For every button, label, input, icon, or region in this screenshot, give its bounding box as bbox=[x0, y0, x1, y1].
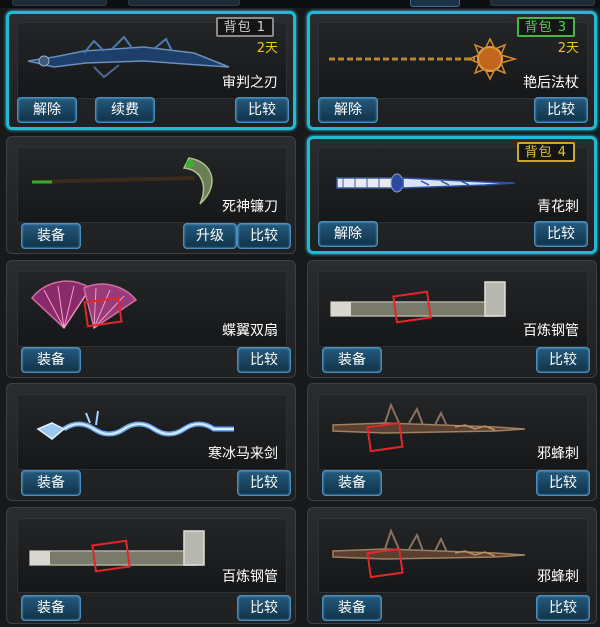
days-remaining: 2天 bbox=[557, 41, 579, 56]
item-card[interactable]: 寒冰马来剑 装备 比较 bbox=[6, 383, 296, 501]
item-name: 邪蜂刺 bbox=[537, 446, 579, 462]
item-name: 邪蜂刺 bbox=[537, 569, 579, 585]
item-name: 蝶翼双扇 bbox=[222, 323, 278, 339]
item-display: 背包 1 2天 审判之刃 bbox=[17, 17, 287, 99]
top-tab[interactable] bbox=[410, 0, 460, 7]
item-display: 邪蜂刺 bbox=[318, 394, 588, 470]
remove-button[interactable]: 解除 bbox=[17, 97, 77, 123]
equip-button[interactable]: 装备 bbox=[322, 347, 382, 373]
evil-wasp-sting-image bbox=[332, 528, 526, 579]
item-card[interactable]: 百炼钢管 装备 比较 bbox=[307, 260, 597, 378]
compare-button[interactable]: 比较 bbox=[536, 470, 590, 496]
compare-button[interactable]: 比较 bbox=[237, 347, 291, 373]
item-card[interactable]: 百炼钢管 装备 比较 bbox=[6, 507, 296, 624]
top-button-middle[interactable] bbox=[128, 0, 240, 6]
item-display: 死神镰刀 bbox=[17, 147, 287, 223]
judgment-blade-image bbox=[27, 35, 230, 79]
item-name: 青花刺 bbox=[537, 199, 579, 215]
days-remaining: 2天 bbox=[256, 41, 278, 56]
equip-button[interactable]: 装备 bbox=[21, 223, 81, 249]
item-name: 艳后法杖 bbox=[523, 75, 579, 91]
item-display: 百炼钢管 bbox=[17, 518, 287, 593]
item-card[interactable]: 背包 3 2天 艳后法杖 解除 比较 bbox=[307, 11, 597, 130]
bag-label: 背包 4 bbox=[516, 142, 575, 162]
equip-button[interactable]: 装备 bbox=[322, 470, 382, 496]
top-button-right[interactable] bbox=[490, 0, 595, 6]
equip-button[interactable]: 装备 bbox=[21, 470, 81, 496]
item-card[interactable]: 背包 4 青花刺 解除 比较 bbox=[307, 136, 597, 254]
compare-button[interactable]: 比较 bbox=[237, 470, 291, 496]
renew-button[interactable]: 续费 bbox=[95, 97, 155, 123]
item-display: 背包 4 青花刺 bbox=[318, 142, 588, 223]
compare-button[interactable]: 比较 bbox=[536, 595, 590, 621]
steel-pipe-image bbox=[29, 530, 205, 573]
equip-button[interactable]: 装备 bbox=[21, 347, 81, 373]
item-card[interactable]: 蝶翼双扇 装备 比较 bbox=[6, 260, 296, 378]
item-display: 邪蜂刺 bbox=[318, 518, 588, 593]
compare-button[interactable]: 比较 bbox=[235, 97, 289, 123]
item-card[interactable]: 邪蜂刺 装备 比较 bbox=[307, 507, 597, 624]
bag-label: 背包 3 bbox=[516, 17, 575, 37]
blue-white-dagger-image bbox=[336, 173, 516, 193]
remove-button[interactable]: 解除 bbox=[318, 221, 378, 247]
equip-button[interactable]: 装备 bbox=[322, 595, 382, 621]
item-display: 背包 3 2天 艳后法杖 bbox=[318, 17, 588, 99]
item-display: 百炼钢管 bbox=[318, 271, 588, 347]
upgrade-button[interactable]: 升级 bbox=[183, 223, 237, 249]
item-name: 死神镰刀 bbox=[222, 199, 278, 215]
item-name: 百炼钢管 bbox=[222, 569, 278, 585]
item-card[interactable]: 死神镰刀 装备 升级 比较 bbox=[6, 136, 296, 254]
bag-label: 背包 1 bbox=[215, 17, 274, 37]
item-card[interactable]: 背包 1 2天 审判之刃 解除 续费 比较 bbox=[6, 11, 296, 130]
equip-button[interactable]: 装备 bbox=[21, 595, 81, 621]
compare-button[interactable]: 比较 bbox=[534, 221, 588, 247]
item-card[interactable]: 邪蜂刺 装备 比较 bbox=[307, 383, 597, 501]
item-display: 蝶翼双扇 bbox=[17, 271, 287, 347]
remove-button[interactable]: 解除 bbox=[318, 97, 378, 123]
compare-button[interactable]: 比较 bbox=[237, 595, 291, 621]
butterfly-fans-image bbox=[30, 280, 138, 330]
death-scythe-image bbox=[31, 157, 213, 205]
item-display: 寒冰马来剑 bbox=[17, 394, 287, 470]
evil-wasp-sting-image bbox=[332, 402, 526, 453]
top-button-left[interactable] bbox=[12, 0, 107, 6]
item-name: 寒冰马来剑 bbox=[208, 446, 278, 462]
compare-button[interactable]: 比较 bbox=[237, 223, 291, 249]
steel-pipe-image bbox=[330, 281, 506, 324]
item-name: 审判之刃 bbox=[222, 75, 278, 91]
queen-staff-image bbox=[329, 37, 518, 81]
compare-button[interactable]: 比较 bbox=[534, 97, 588, 123]
compare-button[interactable]: 比较 bbox=[536, 347, 590, 373]
item-name: 百炼钢管 bbox=[523, 323, 579, 339]
